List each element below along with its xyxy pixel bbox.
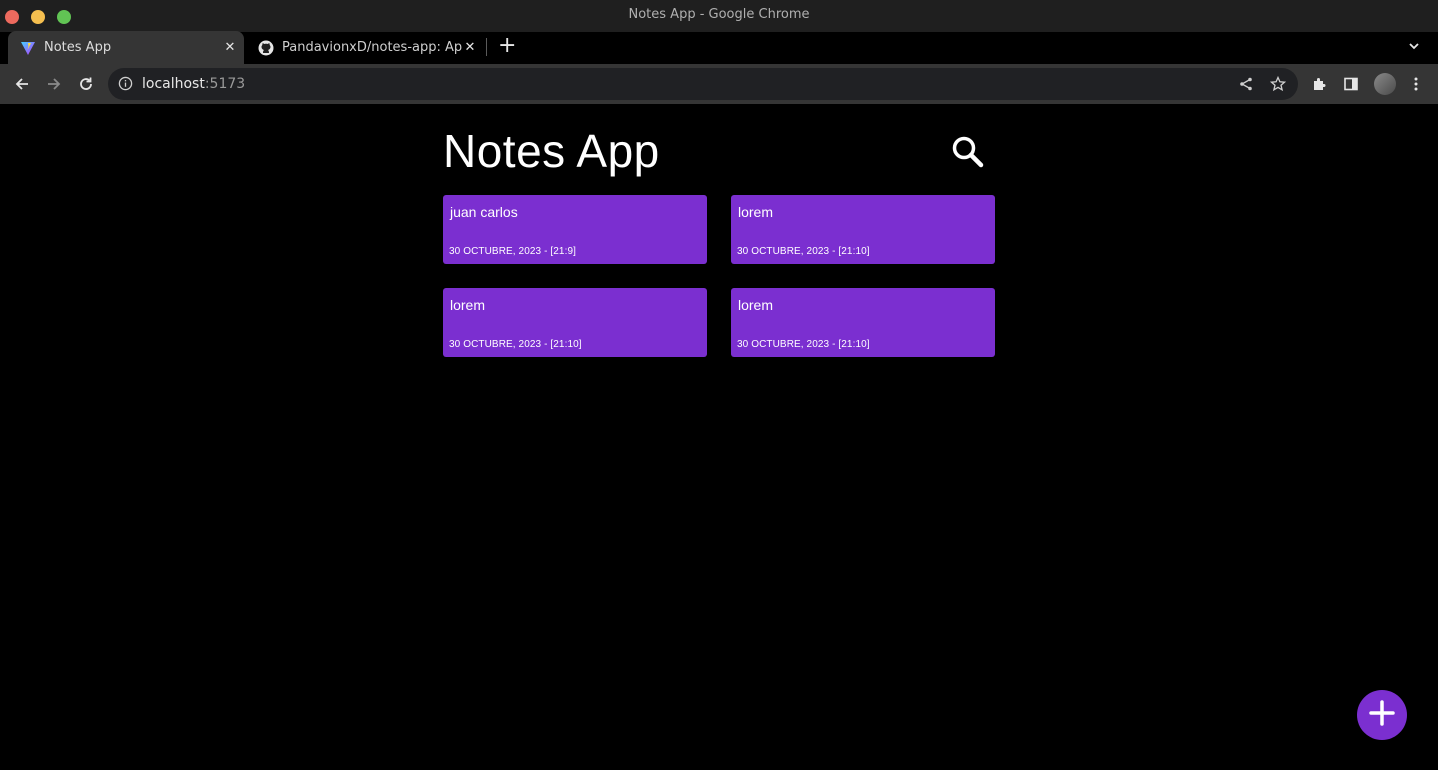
note-date: 30 OCTUBRE, 2023 - [21:10] [449, 339, 582, 350]
forward-arrow-icon[interactable] [44, 74, 64, 94]
note-title: lorem [738, 297, 774, 313]
star-icon[interactable] [1269, 75, 1287, 96]
more-menu-icon[interactable] [1406, 74, 1426, 94]
new-tab-button[interactable]: + [498, 33, 516, 59]
note-card[interactable]: juan carlos 30 OCTUBRE, 2023 - [21:9] [443, 195, 707, 264]
github-icon [258, 40, 274, 56]
search-icon[interactable] [950, 134, 986, 170]
note-title: lorem [738, 204, 774, 220]
note-title: juan carlos [450, 204, 518, 220]
tab-github[interactable]: PandavionxD/notes-app: Ap ✕ [256, 31, 484, 64]
back-arrow-icon[interactable] [12, 74, 32, 94]
note-card[interactable]: lorem 30 OCTUBRE, 2023 - [21:10] [731, 288, 995, 357]
reload-icon[interactable] [76, 74, 96, 94]
note-date: 30 OCTUBRE, 2023 - [21:10] [737, 246, 870, 257]
add-note-button[interactable] [1357, 690, 1407, 740]
share-icon[interactable] [1238, 76, 1254, 96]
note-date: 30 OCTUBRE, 2023 - [21:9] [449, 246, 577, 257]
note-date: 30 OCTUBRE, 2023 - [21:10] [737, 339, 870, 350]
close-icon[interactable]: ✕ [222, 40, 238, 55]
tab-notes-app[interactable]: Notes App ✕ [8, 31, 244, 64]
tab-label: PandavionxD/notes-app: Ap [282, 40, 462, 55]
tab-separator [486, 38, 487, 56]
url-host: localhost [142, 76, 205, 92]
close-icon[interactable]: ✕ [462, 40, 478, 55]
tab-label: Notes App [44, 40, 112, 55]
note-title: lorem [450, 297, 486, 313]
vite-icon [20, 40, 36, 56]
info-icon[interactable] [118, 76, 133, 95]
note-card[interactable]: lorem 30 OCTUBRE, 2023 - [21:10] [443, 288, 707, 357]
profile-avatar[interactable] [1374, 73, 1396, 95]
window-title: Notes App - Google Chrome [628, 7, 810, 22]
browser-toolbar: localhost:5173 [0, 64, 1438, 104]
side-panel-icon[interactable] [1341, 74, 1361, 94]
address-bar[interactable]: localhost:5173 [108, 68, 1298, 100]
url-port: :5173 [204, 76, 246, 92]
page-content: Notes App juan carlos 30 OCTUBRE, 2023 -… [0, 104, 1438, 770]
extensions-icon[interactable] [1309, 74, 1329, 94]
url-text: localhost:5173 [142, 76, 245, 92]
page-title: Notes App [443, 125, 660, 177]
note-card[interactable]: lorem 30 OCTUBRE, 2023 - [21:10] [731, 195, 995, 264]
window-titlebar: Notes App - Google Chrome [0, 0, 1438, 32]
chevron-down-icon[interactable] [1408, 37, 1420, 56]
plus-icon [1369, 700, 1395, 730]
